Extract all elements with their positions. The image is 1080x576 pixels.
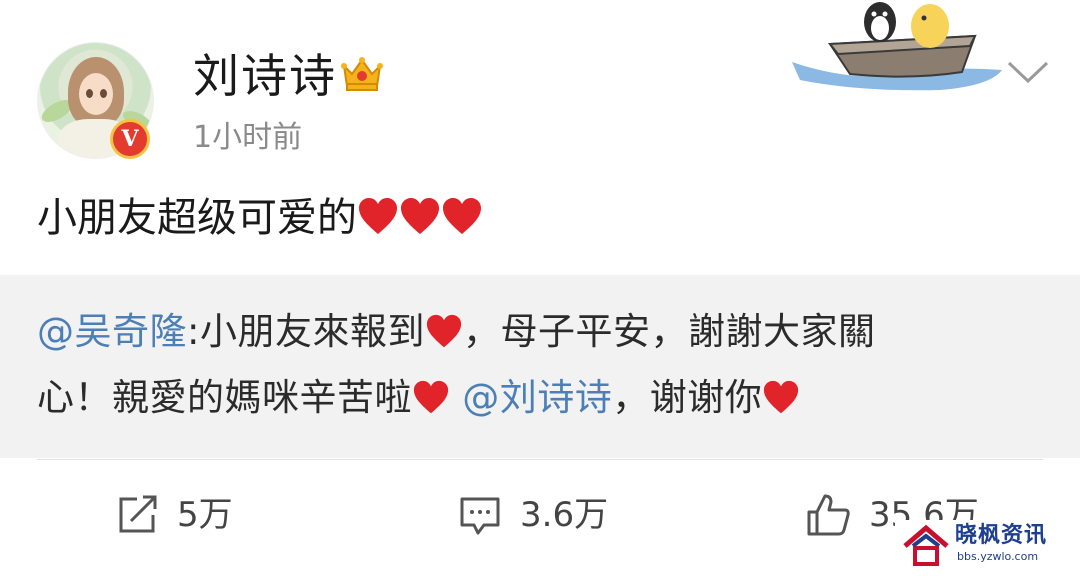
quoted-post[interactable] bbox=[0, 275, 1080, 458]
quoted-text: ，母子平安，謝謝大家關 bbox=[462, 310, 876, 353]
watermark-url: bbs.yzwlo.com bbox=[957, 550, 1039, 563]
heart-icon bbox=[413, 380, 449, 414]
share-icon bbox=[119, 495, 157, 533]
quoted-text: :小朋友來報到 bbox=[187, 310, 425, 353]
share-button[interactable]: 5万 bbox=[115, 490, 233, 540]
verified-v-badge-icon: V bbox=[110, 119, 150, 159]
heart-icon bbox=[359, 198, 397, 234]
quoted-text: ，谢谢你 bbox=[612, 376, 763, 419]
heart-icon bbox=[764, 380, 799, 414]
divider bbox=[37, 459, 1043, 460]
mention-link[interactable]: @刘诗诗 bbox=[462, 376, 612, 419]
chevron-down-icon[interactable] bbox=[1005, 55, 1051, 89]
comment-icon bbox=[460, 497, 500, 535]
boat-illustration-icon bbox=[792, 2, 1002, 91]
post-body: 小朋友超级可爱的 bbox=[37, 190, 483, 246]
username[interactable]: 刘诗诗 bbox=[193, 48, 337, 104]
heart-icon bbox=[401, 198, 439, 234]
post-text: 小朋友超级可爱的 bbox=[37, 195, 357, 241]
quoted-text: 心！親愛的媽咪辛苦啦 bbox=[37, 376, 412, 419]
watermark-title: 晓枫资讯 bbox=[955, 523, 1048, 548]
quoted-post-line-2: 心！親愛的媽咪辛苦啦 @刘诗诗，谢谢你 bbox=[37, 372, 800, 424]
quoted-post-line-1: @吴奇隆:小朋友來報到 ，母子平安，謝謝大家關 bbox=[37, 306, 875, 358]
heart-icon bbox=[426, 314, 462, 348]
heart-icon bbox=[443, 198, 481, 234]
thumbs-up-icon bbox=[807, 494, 850, 536]
mention-link[interactable]: @吴奇隆 bbox=[37, 310, 187, 353]
crown-icon[interactable] bbox=[340, 54, 384, 94]
post-timestamp: 1小时前 bbox=[193, 120, 303, 155]
comment-button[interactable]: 3.6万 bbox=[458, 490, 608, 540]
share-count: 5万 bbox=[177, 495, 233, 535]
comment-count: 3.6万 bbox=[520, 495, 609, 535]
watermark: 晓枫资讯 bbs.yzwlo.com bbox=[895, 520, 1057, 570]
watermark-logo-icon bbox=[903, 524, 949, 566]
